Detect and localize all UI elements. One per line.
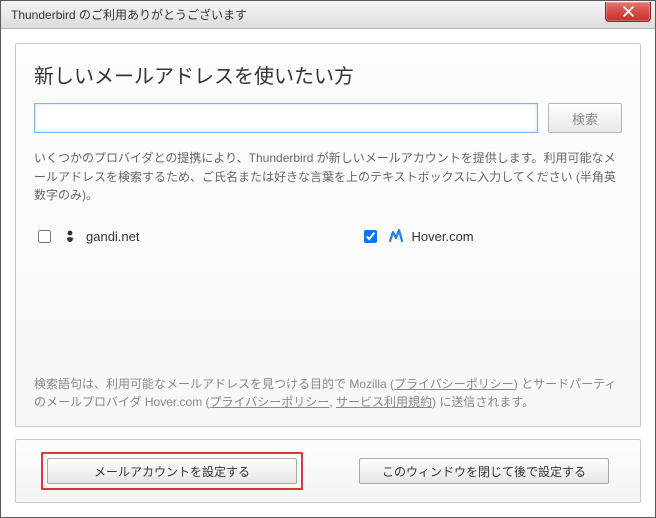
close-button[interactable] — [605, 2, 651, 22]
provider-checkbox-gandi[interactable] — [38, 230, 51, 243]
search-button[interactable]: 検索 — [548, 103, 622, 133]
provider-checkbox-hover[interactable] — [364, 230, 377, 243]
dialog-window: Thunderbird のご利用ありがとうございます 新しいメールアドレスを使い… — [0, 0, 656, 518]
privacy-link-hover[interactable]: プライバシーポリシー — [210, 395, 330, 409]
panel-heading: 新しいメールアドレスを使いたい方 — [34, 60, 622, 89]
provider-label-hover: Hover.com — [412, 229, 474, 244]
search-row: 検索 — [34, 103, 622, 133]
tos-link-hover[interactable]: サービス利用規約 — [336, 395, 432, 409]
description-text: いくつかのプロバイダとの提携により、Thunderbird が新しいメールアカウ… — [34, 149, 622, 205]
close-icon — [623, 6, 634, 17]
configure-account-button[interactable]: メールアカウントを設定する — [47, 458, 297, 484]
main-panel: 新しいメールアドレスを使いたい方 検索 いくつかのプロバイダとの提携により、Th… — [15, 43, 641, 427]
footnote-suffix: ) に送信されます。 — [432, 395, 534, 409]
spacer — [34, 256, 622, 371]
button-row: メールアカウントを設定する このウィンドウを閉じて後で設定する — [15, 439, 641, 503]
provider-list: gandi.net Hover.com — [34, 227, 622, 246]
footnote-text: 検索語句は、利用可能なメールアドレスを見つける目的で Mozilla (プライバ… — [34, 371, 622, 412]
window-title: Thunderbird のご利用ありがとうございます — [11, 6, 247, 23]
footnote-prefix: 検索語句は、利用可能なメールアドレスを見つける目的で Mozilla ( — [34, 377, 394, 391]
provider-item-gandi[interactable]: gandi.net — [34, 227, 140, 246]
content-area: 新しいメールアドレスを使いたい方 検索 いくつかのプロバイダとの提携により、Th… — [1, 29, 655, 517]
titlebar: Thunderbird のご利用ありがとうございます — [1, 1, 655, 29]
later-button-wrap: このウィンドウを閉じて後で設定する — [353, 452, 615, 490]
gandi-icon — [62, 228, 78, 244]
close-later-button[interactable]: このウィンドウを閉じて後で設定する — [359, 458, 609, 484]
footnote-mid2: , — [329, 395, 336, 409]
provider-item-hover[interactable]: Hover.com — [360, 227, 474, 246]
privacy-link-mozilla[interactable]: プライバシーポリシー — [394, 377, 514, 391]
search-input[interactable] — [34, 103, 538, 133]
configure-button-highlight: メールアカウントを設定する — [41, 452, 303, 490]
hover-icon — [388, 228, 404, 244]
provider-label-gandi: gandi.net — [86, 229, 140, 244]
